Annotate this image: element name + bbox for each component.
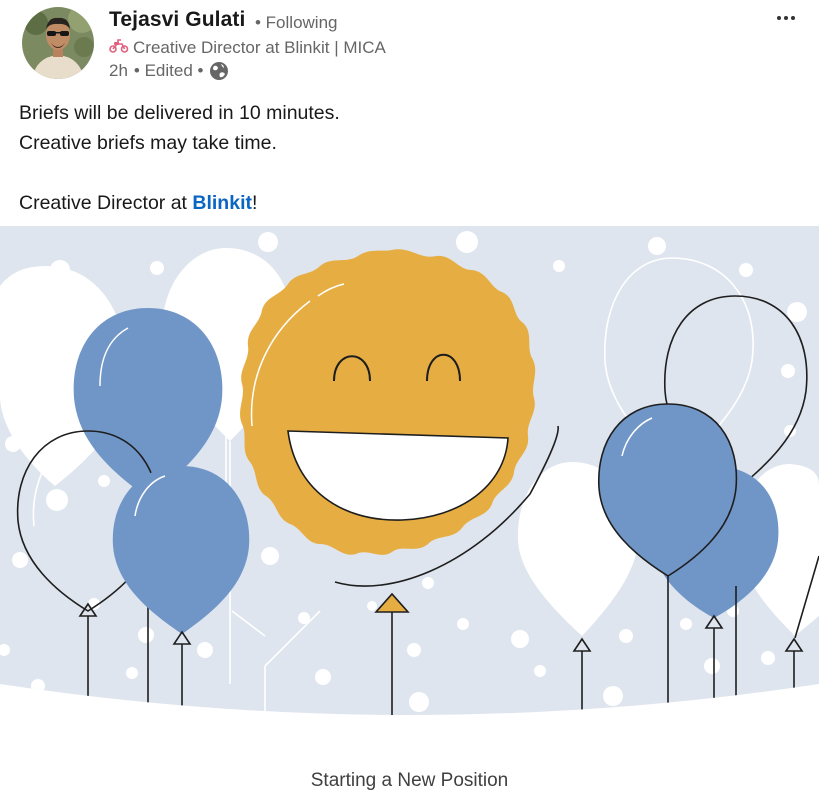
author-headline: Creative Director at Blinkit | MICA (109, 37, 386, 58)
post-line: Creative briefs may take time. (19, 132, 277, 154)
position-prefix: Creative Director at (19, 192, 193, 214)
position-line: Creative Director at Blinkit! (19, 188, 340, 218)
company-mention-link[interactable]: Blinkit (192, 192, 252, 214)
edited-label: • Edited • (133, 61, 204, 80)
more-dot-icon (784, 16, 788, 20)
globe-icon (209, 61, 229, 81)
post-header: Tejasvi Gulati • Following Creative Dire… (0, 0, 819, 90)
author-avatar[interactable] (22, 7, 94, 79)
author-name[interactable]: Tejasvi Gulati (109, 8, 245, 32)
post-line: Briefs will be delivered in 10 minutes. (19, 102, 340, 124)
card-caption: Starting a New Position (310, 770, 509, 791)
more-options-button[interactable] (771, 6, 801, 30)
more-dot-icon (777, 16, 781, 20)
celebration-banner-image[interactable] (0, 226, 819, 726)
more-dot-icon (791, 16, 795, 20)
post-meta: 2h • Edited • (109, 61, 229, 81)
follow-status: • Following (255, 13, 338, 32)
headline-text: Creative Director at Blinkit | MICA (133, 37, 386, 57)
position-suffix: ! (251, 192, 258, 214)
scooter-icon (109, 37, 129, 58)
post-text: Briefs will be delivered in 10 minutes. … (19, 98, 340, 218)
post-time[interactable]: 2h (109, 61, 128, 81)
